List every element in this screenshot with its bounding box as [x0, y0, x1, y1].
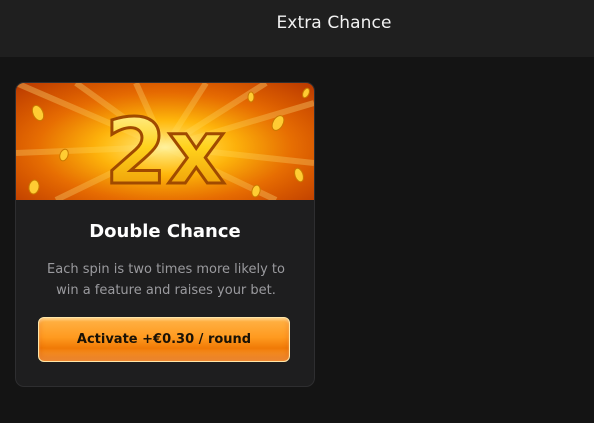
banner-image: 2x: [16, 83, 314, 200]
banner-art: 2x: [16, 83, 314, 200]
activate-button[interactable]: Activate +€0.30 / round: [38, 317, 290, 362]
activate-button-label: Activate +€0.30 / round: [76, 332, 252, 347]
banner-2x-text: 2x: [105, 100, 226, 200]
card-title: Double Chance: [89, 221, 241, 242]
page-title: Extra Chance: [276, 12, 392, 33]
card-description: Each spin is two times more likely to wi…: [47, 262, 285, 298]
header-bar: Extra Chance: [0, 0, 594, 57]
double-chance-card: 2x Double Chance Each spin is two times …: [15, 82, 315, 387]
